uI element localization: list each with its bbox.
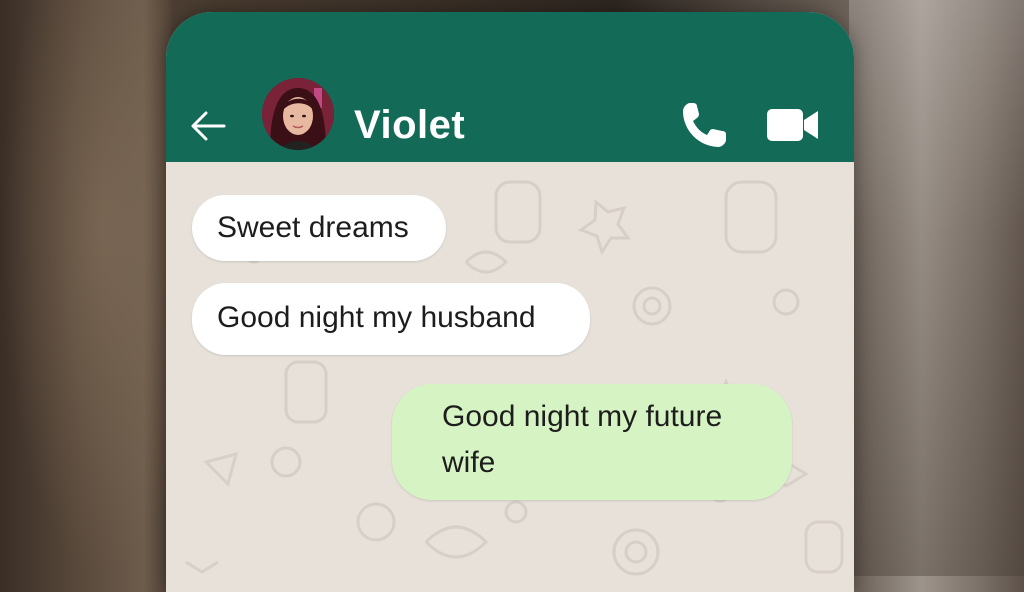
contact-name[interactable]: Violet	[354, 103, 465, 148]
message-area: Sweet dreams Good night my husband Good …	[166, 162, 854, 592]
message-text: Good night my future wife	[442, 400, 723, 479]
incoming-message[interactable]: Sweet dreams	[192, 195, 446, 261]
incoming-message[interactable]: Good night my husband	[192, 283, 590, 355]
chat-header: Violet	[166, 12, 854, 162]
outgoing-message[interactable]: Good night my future wife	[392, 384, 792, 500]
message-text: Good night my husband	[217, 301, 536, 334]
avatar[interactable]	[262, 78, 334, 150]
background-right	[849, 0, 1024, 576]
video-camera-icon[interactable]	[766, 108, 820, 142]
arrow-left-icon[interactable]	[188, 106, 228, 146]
chat-window: Violet Sweet dreams Good night my husban…	[166, 12, 854, 592]
phone-icon[interactable]	[680, 100, 728, 150]
avatar-image	[262, 78, 334, 150]
background-left	[0, 0, 170, 576]
message-text: Sweet dreams	[217, 211, 409, 244]
